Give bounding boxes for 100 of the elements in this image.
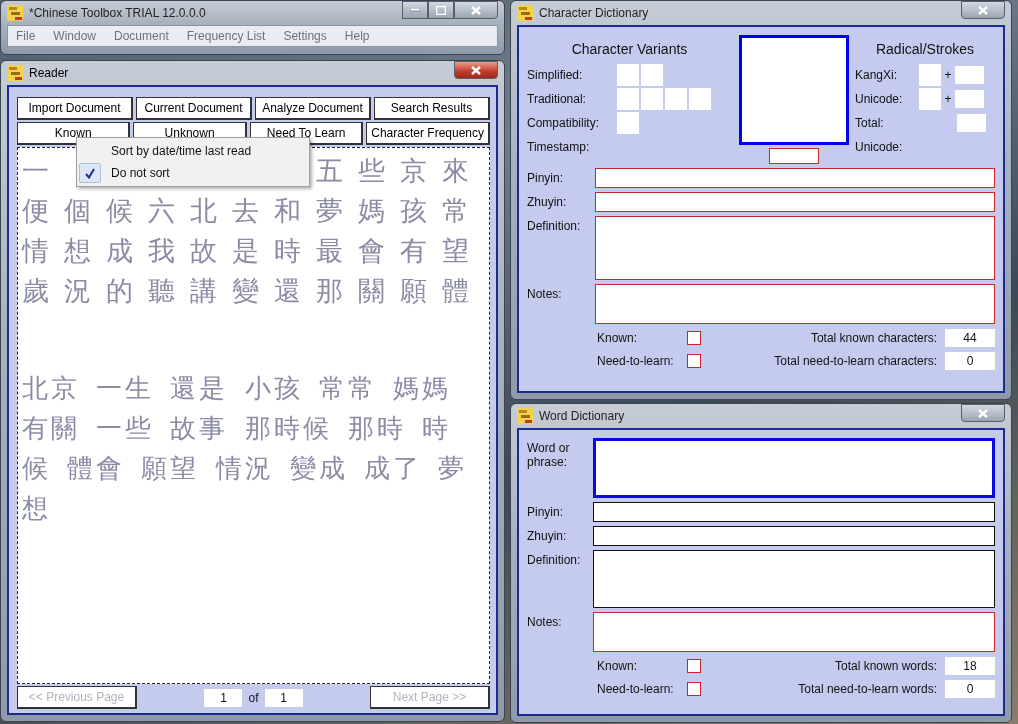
text-field[interactable] (595, 168, 995, 188)
menu-item[interactable]: Frequency List (186, 29, 266, 43)
field-label: Traditional: (527, 92, 587, 106)
character[interactable]: 北 (190, 192, 232, 230)
toolbar-button[interactable]: Search Results (374, 97, 490, 120)
character[interactable]: 體 (442, 272, 484, 310)
text-field[interactable] (593, 612, 995, 652)
window-title: Reader (29, 66, 70, 80)
toolbar-button[interactable]: Current Document (136, 97, 252, 120)
app-logo-icon (7, 65, 23, 81)
character[interactable]: 是 (232, 232, 274, 270)
total-value: 0 (945, 351, 995, 370)
text-field[interactable] (595, 192, 995, 212)
total-value: 0 (945, 679, 995, 698)
plus-sign: + (943, 92, 953, 106)
character[interactable]: 便 (22, 192, 64, 230)
character[interactable]: 講 (190, 272, 232, 310)
character[interactable]: 關 (358, 272, 400, 310)
character[interactable]: 有 (400, 232, 442, 270)
total-label: Total known words: (834, 658, 937, 673)
total-value: 18 (945, 656, 995, 675)
character[interactable]: 情 (22, 232, 64, 270)
close-button[interactable] (454, 61, 498, 79)
total-label: Total need-to-learn words: (798, 681, 937, 696)
character[interactable]: 孩 (400, 192, 442, 230)
checkbox[interactable] (687, 658, 701, 673)
minimize-button[interactable] (402, 1, 428, 19)
character[interactable]: 的 (106, 272, 148, 310)
close-icon (978, 5, 988, 15)
character[interactable]: 常 (442, 192, 484, 230)
character[interactable]: 最 (316, 232, 358, 270)
character[interactable]: 願 (400, 272, 442, 310)
total-value: 44 (945, 328, 995, 347)
field-label: Pinyin: (527, 170, 565, 185)
text-field[interactable] (595, 216, 995, 280)
character[interactable]: 個 (64, 192, 106, 230)
text-field[interactable] (593, 526, 995, 546)
character[interactable]: 望 (442, 232, 484, 270)
maximize-button[interactable] (428, 1, 454, 19)
text-field[interactable] (593, 438, 995, 498)
checkbox[interactable] (687, 681, 701, 696)
toolbar-button[interactable]: Analyze Document (255, 97, 371, 120)
character[interactable]: 我 (148, 232, 190, 270)
close-icon (471, 65, 481, 75)
menu-item[interactable]: Help (344, 29, 370, 43)
minimize-icon (410, 8, 420, 12)
plus-sign: + (943, 68, 953, 82)
character[interactable]: 和 (274, 192, 316, 230)
close-icon (471, 5, 481, 15)
close-button[interactable] (961, 404, 1005, 422)
menu-item[interactable]: File (16, 29, 36, 43)
character[interactable]: 候 (106, 192, 148, 230)
character[interactable]: 些 (358, 152, 400, 190)
character[interactable]: 變 (232, 272, 274, 310)
character[interactable]: 夢 (316, 192, 358, 230)
character[interactable]: 六 (148, 192, 190, 230)
page-field[interactable]: 1 (204, 688, 243, 707)
menu-item[interactable]: Document (114, 29, 169, 43)
checkbox[interactable] (687, 353, 701, 368)
window-title: Word Dictionary (539, 409, 626, 423)
menu-item[interactable]: Do not sort (79, 162, 307, 184)
character[interactable]: 歲 (22, 272, 64, 310)
toolbar-button[interactable]: Import Document (17, 97, 133, 120)
field-label: Definition: (527, 218, 582, 233)
field-label: Word or phrase: (527, 440, 571, 469)
character[interactable]: 京 (400, 152, 442, 190)
character[interactable]: 媽 (358, 192, 400, 230)
field-label: Simplified: (527, 68, 584, 82)
code-field[interactable] (768, 148, 819, 164)
character[interactable]: 成 (106, 232, 148, 270)
text-field[interactable] (593, 550, 995, 608)
menu-item[interactable]: Settings (283, 29, 327, 43)
section-heading: Radical/Strokes (874, 41, 975, 57)
character[interactable]: 一 (22, 152, 64, 190)
window-title: *Chinese Toolbox TRIAL 12.0.0.0 (29, 6, 207, 20)
text-field[interactable] (593, 502, 995, 522)
character[interactable]: 聽 (148, 272, 190, 310)
character[interactable]: 時 (274, 232, 316, 270)
character[interactable]: 五 (316, 152, 358, 190)
field-label: Total: (855, 116, 885, 130)
character[interactable]: 來 (442, 152, 484, 190)
checkbox-label: Known: (597, 330, 639, 345)
character[interactable]: 故 (190, 232, 232, 270)
menu-item[interactable]: Window (53, 29, 97, 43)
character[interactable]: 去 (232, 192, 274, 230)
field-label: Timestamp: (527, 140, 591, 154)
character[interactable]: 還 (274, 272, 316, 310)
text-field[interactable] (595, 284, 995, 324)
checkbox-label: Need-to-learn: (597, 681, 675, 696)
checkmark-icon (85, 167, 95, 179)
close-button[interactable] (961, 1, 1005, 19)
character[interactable]: 想 (64, 232, 106, 270)
character[interactable]: 況 (64, 272, 106, 310)
character[interactable]: 會 (358, 232, 400, 270)
close-button[interactable] (454, 1, 498, 19)
field-label: Compatibility: (527, 116, 601, 130)
checkbox[interactable] (687, 330, 701, 345)
list-button[interactable]: Character Frequency (366, 122, 490, 145)
character[interactable]: 那 (316, 272, 358, 310)
word-line: 候 體會 願望 情況 變成 成了 夢 (22, 452, 468, 485)
